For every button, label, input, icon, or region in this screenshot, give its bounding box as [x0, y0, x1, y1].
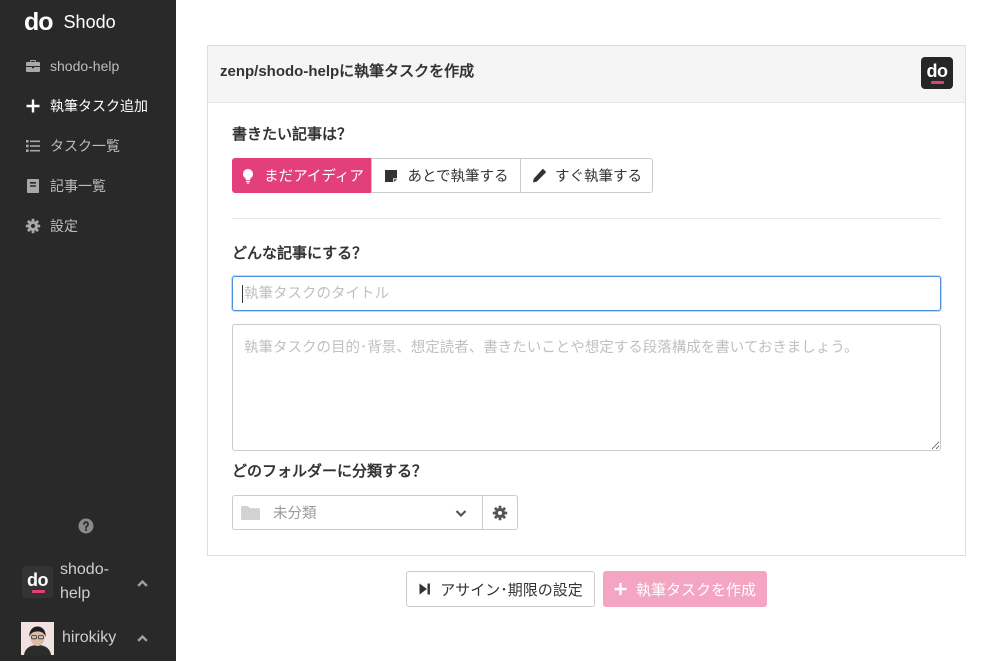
status-option-label: すぐ執筆する	[555, 169, 642, 185]
status-question: 書きたい記事は？	[232, 126, 353, 143]
app-logo-mark: do	[24, 7, 54, 36]
status-option-label: まだアイディア	[264, 169, 364, 185]
sidebar: do Shodo shodo-help 執筆タスク追加 タスク一覧 記事一覧 設…	[0, 0, 176, 661]
status-option-idea[interactable]: まだアイディア	[232, 158, 372, 193]
assign-deadline-label: アサイン･期限の設定	[440, 581, 583, 599]
sidebar-item-label: shodo-help	[50, 58, 120, 74]
folder-question: どのフォルダーに分類する？	[232, 463, 428, 480]
question-circle-icon[interactable]	[78, 518, 94, 534]
briefcase-icon	[25, 58, 41, 74]
content-question: どんな記事にする？	[232, 245, 368, 262]
step-forward-icon	[418, 582, 431, 596]
text-cursor	[242, 285, 243, 303]
chevron-up-icon[interactable]	[136, 577, 149, 590]
logo-underline	[32, 590, 45, 593]
sidebar-item-article-list[interactable]: 記事一覧	[0, 166, 176, 206]
sidebar-nav: shodo-help 執筆タスク追加 タスク一覧 記事一覧 設定	[0, 46, 176, 246]
sidebar-item-settings[interactable]: 設定	[0, 206, 176, 246]
sidebar-item-label: 記事一覧	[50, 178, 106, 194]
folder-settings-button[interactable]	[482, 495, 518, 530]
page-title: zenp/shodo-helpに執筆タスクを作成	[220, 63, 475, 80]
folder-select[interactable]: 未分類	[232, 495, 483, 530]
assign-deadline-button[interactable]: アサイン･期限の設定	[406, 571, 595, 607]
sidebar-item-label: タスク一覧	[50, 138, 120, 154]
pencil-icon	[531, 168, 547, 184]
shodo-logo-mark: do	[926, 61, 949, 81]
status-toggle-group: まだアイディア あとで執筆する すぐ執筆する	[232, 158, 653, 193]
sidebar-item-project[interactable]: shodo-help	[0, 46, 176, 86]
sticky-note-icon	[383, 168, 399, 184]
avatar[interactable]	[21, 622, 54, 655]
logo-underline	[931, 81, 944, 84]
sidebar-item-task-list[interactable]: タスク一覧	[0, 126, 176, 166]
shodo-logo: do	[921, 57, 953, 89]
list-icon	[25, 138, 41, 154]
lightbulb-icon	[240, 168, 256, 184]
workspace-logo-mark: do	[27, 570, 49, 590]
create-task-button[interactable]: 執筆タスクを作成	[603, 571, 767, 607]
workspace-name[interactable]: shodo-help	[60, 558, 118, 606]
status-option-label: あとで執筆する	[407, 169, 509, 185]
gear-icon	[25, 218, 41, 234]
sidebar-item-label: 設定	[50, 218, 78, 234]
app-name: Shodo	[63, 12, 116, 32]
folder-select-value: 未分類	[273, 506, 317, 522]
sidebar-item-add-task[interactable]: 執筆タスク追加	[0, 86, 176, 126]
plus-icon	[25, 98, 41, 114]
task-description-input[interactable]	[232, 324, 941, 451]
create-task-card: zenp/shodo-helpに執筆タスクを作成 do 書きたい記事は？ まだア…	[207, 45, 966, 556]
status-option-now[interactable]: すぐ執筆する	[520, 158, 653, 193]
workspace-logo[interactable]: do	[22, 566, 53, 598]
book-icon	[25, 178, 41, 194]
status-option-later[interactable]: あとで執筆する	[371, 158, 521, 193]
app-brand[interactable]: do Shodo	[24, 6, 116, 38]
task-title-input[interactable]	[232, 276, 941, 311]
folder-icon	[240, 505, 261, 521]
chevron-up-icon[interactable]	[136, 632, 149, 645]
user-name[interactable]: hirokiky	[62, 628, 116, 648]
divider	[232, 218, 941, 219]
gear-icon	[492, 505, 508, 521]
plus-icon	[614, 582, 627, 596]
card-header: zenp/shodo-helpに執筆タスクを作成 do	[208, 46, 965, 103]
chevron-down-icon	[454, 506, 468, 520]
create-task-label: 執筆タスクを作成	[635, 581, 756, 599]
sidebar-item-label: 執筆タスク追加	[50, 98, 148, 114]
